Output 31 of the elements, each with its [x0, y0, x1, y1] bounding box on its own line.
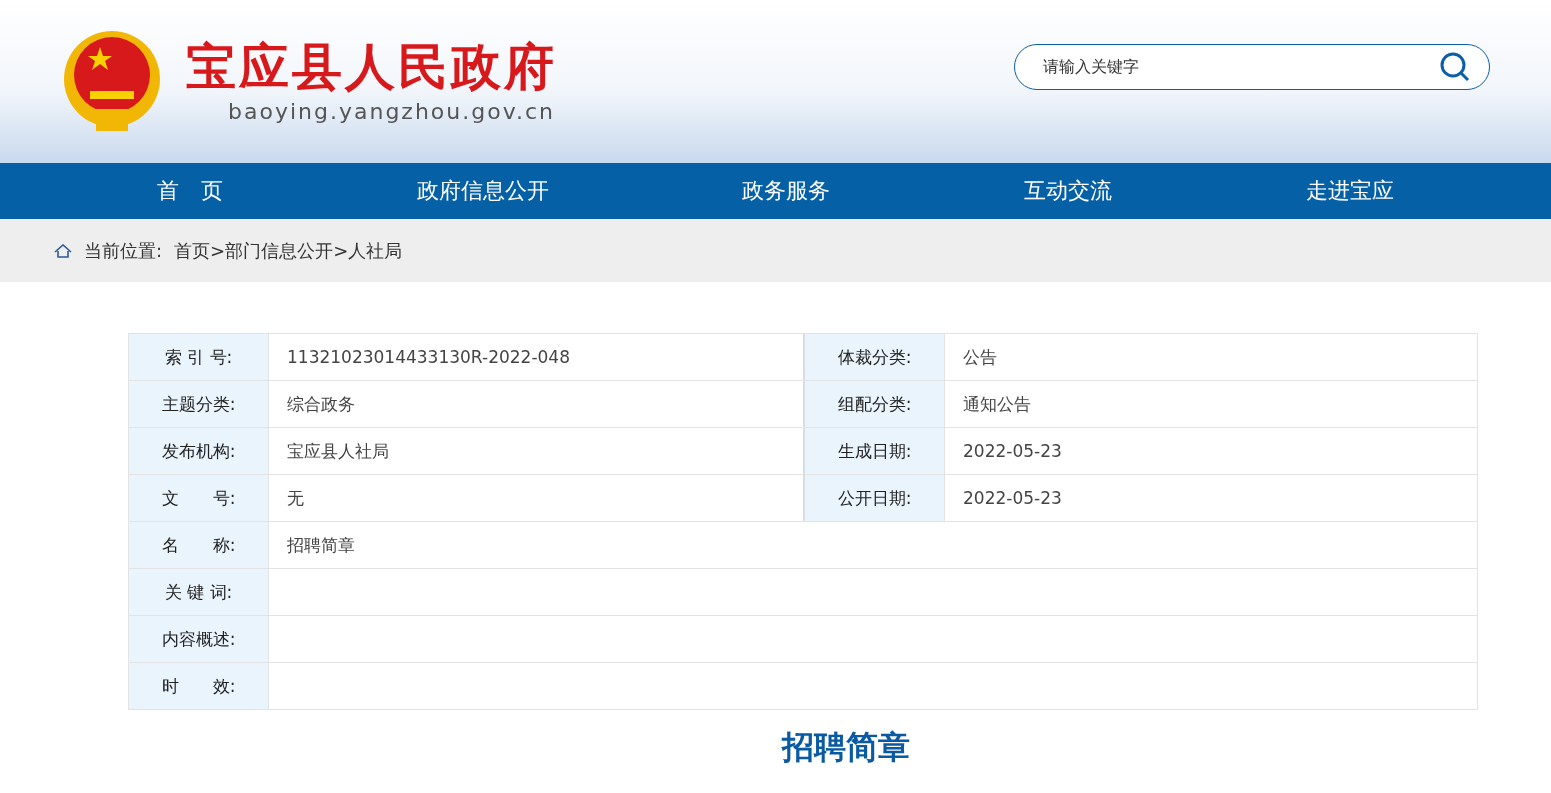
field-label: 主题分类: — [129, 381, 269, 427]
home-icon — [54, 243, 72, 258]
field-label: 名 称: — [129, 522, 269, 568]
field-label: 内容概述: — [129, 616, 269, 662]
nav-item[interactable]: 走进宝应 — [1306, 176, 1395, 206]
field-label: 时 效: — [129, 663, 269, 709]
field-label: 发布机构: — [129, 428, 269, 474]
nav-item[interactable]: 首 页 — [156, 176, 223, 206]
site-domain: baoying.yangzhou.gov.cn — [228, 98, 556, 124]
field-value: 招聘简章 — [286, 533, 356, 557]
field-value: 通知公告 — [962, 392, 1032, 416]
breadcrumb-label: 当前位置: — [84, 238, 163, 263]
field-label: 索 引 号: — [129, 334, 269, 380]
article-title: 招聘简章 — [780, 727, 911, 768]
field-label: 文 号: — [129, 475, 269, 521]
nav-item[interactable]: 政府信息公开 — [416, 176, 549, 206]
breadcrumb-path[interactable]: 首页>部门信息公开>人社局 — [174, 238, 403, 263]
search-icon[interactable] — [1439, 50, 1471, 83]
field-value: 公告 — [962, 345, 998, 369]
search-box[interactable]: 请输入关键字 — [1014, 43, 1490, 90]
field-label: 组配分类: — [805, 381, 945, 427]
nav-item[interactable]: 互动交流 — [1024, 176, 1113, 206]
search-field[interactable]: 请输入关键字 — [1041, 56, 1439, 77]
field-label: 公开日期: — [805, 475, 945, 521]
field-value: 2022-05-23 — [962, 440, 1063, 463]
field-value: 2022-05-23 — [962, 487, 1063, 510]
field-label: 体裁分类: — [805, 334, 945, 380]
nav-item[interactable]: 政务服务 — [742, 176, 831, 206]
field-label: 生成日期: — [805, 428, 945, 474]
site-title: 宝应县人民政府 — [186, 39, 557, 95]
field-label: 关 键 词: — [129, 569, 269, 615]
